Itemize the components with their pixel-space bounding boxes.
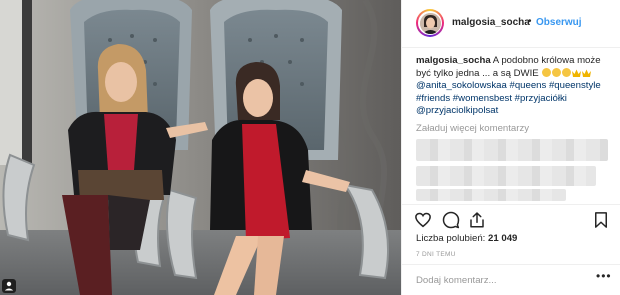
avatar-image [419, 12, 441, 34]
caption-line-4: #friends #womensbest #przyjaciółki [416, 93, 614, 106]
header-username[interactable]: malgosia_socha [452, 17, 530, 28]
grin-emoji-icon-2 [562, 67, 572, 77]
grin-emoji-icon [552, 67, 562, 77]
avatar[interactable] [416, 9, 444, 37]
post-header: malgosia_socha • Obserwuj [402, 0, 620, 48]
mention-link[interactable]: @anita_sokolowskaa [416, 80, 507, 91]
hashtag-link[interactable]: #queens [507, 80, 546, 91]
load-more-comments-link[interactable]: Załaduj więcej komentarzy [416, 123, 529, 134]
comment-icon[interactable] [442, 211, 460, 229]
heart-icon[interactable] [414, 211, 432, 229]
follow-button[interactable]: Obserwuj [536, 17, 582, 28]
bookmark-icon[interactable] [592, 211, 610, 229]
likes-number: 21 049 [488, 233, 518, 244]
instagram-post: malgosia_socha • Obserwuj malgosia_socha… [0, 0, 620, 295]
post-caption: malgosia_socha A podobno królowa może by… [416, 55, 614, 118]
action-bar [402, 204, 620, 234]
caption-line-5: @przyjaciolkipolsat [416, 105, 614, 118]
caption-text-2: być tylko jedna ... a są DWIE [416, 67, 539, 79]
post-sidebar: malgosia_socha • Obserwuj malgosia_socha… [401, 0, 620, 295]
user-tag-icon[interactable] [2, 279, 16, 293]
caption-line-2: być tylko jedna ... a są DWIE [416, 67, 614, 81]
more-options-icon[interactable]: ••• [596, 269, 612, 283]
comment-input[interactable] [416, 273, 586, 287]
caption-text-1: A podobno królowa może [490, 55, 601, 66]
hashtag-link[interactable]: #friends [416, 93, 450, 104]
photo-image [0, 0, 401, 295]
likes-count[interactable]: Liczba polubień: 21 049 [416, 233, 517, 244]
header-separator: • [528, 16, 532, 27]
hashtag-link[interactable]: #womensbest [450, 93, 512, 104]
caption-line-1: malgosia_socha A podobno królowa może [416, 55, 614, 68]
blurred-comment [416, 189, 566, 201]
crown-emoji-icon-2 [582, 69, 592, 77]
share-icon[interactable] [468, 211, 486, 229]
hashtag-link[interactable]: #queenstyle [546, 80, 601, 91]
caption-line-3: @anita_sokolowskaa #queens #queenstyle [416, 80, 614, 93]
blurred-comment [416, 139, 608, 161]
hashtag-link[interactable]: #przyjaciółki [512, 93, 567, 104]
mention-link[interactable]: @przyjaciolkipolsat [416, 105, 498, 116]
blurred-comment [416, 166, 596, 186]
smirk-emoji-icon [542, 67, 552, 77]
post-photo[interactable] [0, 0, 401, 295]
likes-label: Liczba polubień: [416, 233, 489, 244]
crown-emoji-icon [572, 69, 582, 77]
avatar-ring [418, 11, 442, 35]
caption-username[interactable]: malgosia_socha [416, 55, 491, 66]
post-timestamp[interactable]: 7 DNI TEMU [416, 251, 456, 258]
comment-bar: ••• [402, 264, 620, 295]
